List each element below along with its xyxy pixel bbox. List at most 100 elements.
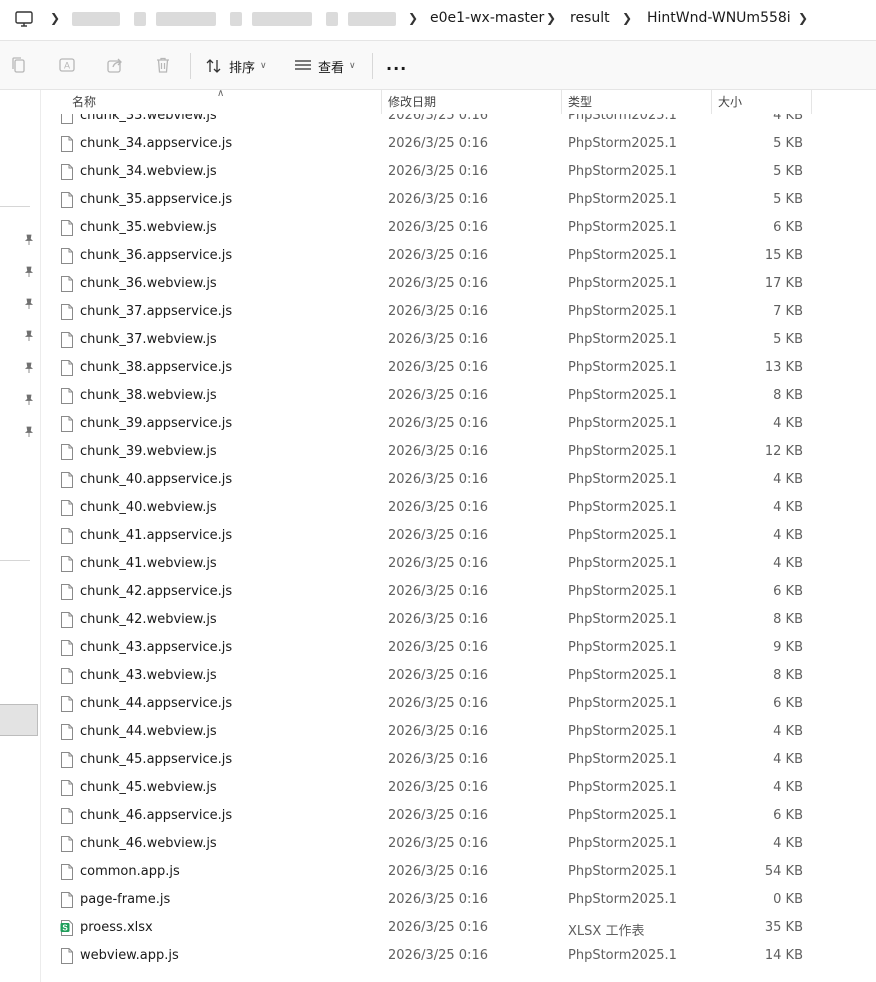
column-separator[interactable] [811,90,812,114]
svg-text:A: A [64,61,70,71]
file-row[interactable]: chunk_38.webview.js 2026/3/25 0:16 PhpStor… [41,382,876,410]
file-row[interactable]: chunk_40.appservice.js 2026/3/25 0:16 PhpS… [41,466,876,494]
pin-icon[interactable] [23,330,35,342]
pin-icon[interactable] [23,298,35,310]
file-size: 0 KB [773,892,803,907]
file-name: common.app.js [80,864,180,879]
pin-icon[interactable] [23,266,35,278]
file-row[interactable]: chunk_45.appservice.js 2026/3/25 0:16 PhpS… [41,746,876,774]
file-size: 8 KB [773,612,803,627]
file-row[interactable]: chunk_46.appservice.js 2026/3/25 0:16 PhpS… [41,802,876,830]
share-icon[interactable] [106,56,124,74]
pin-icon[interactable] [23,426,35,438]
file-row[interactable]: webview.app.js 2026/3/25 0:16 PhpStorm2025… [41,942,876,970]
nav-item-selected[interactable] [0,704,38,736]
file-size: 5 KB [773,136,803,151]
file-size: 4 KB [773,836,803,851]
file-icon [60,472,74,488]
rename-icon[interactable]: A [58,56,76,74]
file-row[interactable]: Sproess.xlsx 2026/3/25 0:16 XLSX 工作表 35 KB [41,914,876,942]
file-date: 2026/3/25 0:16 [388,136,488,151]
file-name: chunk_38.webview.js [80,388,217,403]
file-row[interactable]: chunk_40.webview.js 2026/3/25 0:16 PhpStor… [41,494,876,522]
file-row[interactable]: chunk_44.appservice.js 2026/3/25 0:16 PhpS… [41,690,876,718]
file-type: PhpStorm2025.1 [568,164,677,179]
chevron-right-icon[interactable]: ❯ [798,11,808,25]
address-bar[interactable]: ❯ ❯ e0e1-wx-master ❯ result ❯ HintWnd-WN… [0,0,876,41]
file-row[interactable]: chunk_38.appservice.js 2026/3/25 0:16 PhpS… [41,354,876,382]
file-row[interactable]: chunk_34.webview.js 2026/3/25 0:16 PhpStor… [41,158,876,186]
redacted-crumb [72,12,120,26]
view-button[interactable]: 查看 ∨ [294,55,356,77]
redacted-crumb [134,12,146,26]
column-separator[interactable] [561,90,562,114]
file-name: chunk_37.appservice.js [80,304,233,319]
file-size: 15 KB [764,248,803,263]
pin-icon[interactable] [23,394,35,406]
file-row[interactable]: common.app.js 2026/3/25 0:16 PhpStorm2025.… [41,858,876,886]
breadcrumb-item[interactable]: result [570,10,610,26]
more-options-button[interactable]: ... [386,55,407,74]
file-type: PhpStorm2025.1 [568,836,677,851]
breadcrumb-item[interactable]: e0e1-wx-master [430,10,544,26]
file-icon [60,864,74,880]
file-icon [60,948,74,964]
file-icon [60,808,74,824]
delete-icon[interactable] [154,56,172,74]
file-size: 4 KB [773,724,803,739]
file-size: 6 KB [773,220,803,235]
file-row[interactable]: chunk_36.webview.js 2026/3/25 0:16 PhpStor… [41,270,876,298]
file-row[interactable]: chunk_39.appservice.js 2026/3/25 0:16 PhpS… [41,410,876,438]
file-row[interactable]: chunk_34.appservice.js 2026/3/25 0:16 PhpS… [41,130,876,158]
column-date-header[interactable]: 修改日期 [388,90,436,114]
file-size: 6 KB [773,696,803,711]
file-icon [60,668,74,684]
file-type: PhpStorm2025.1 [568,584,677,599]
file-type: PhpStorm2025.1 [568,612,677,627]
file-icon [60,388,74,404]
file-type: PhpStorm2025.1 [568,248,677,263]
file-row[interactable]: chunk_45.webview.js 2026/3/25 0:16 PhpStor… [41,774,876,802]
file-row[interactable]: chunk_42.appservice.js 2026/3/25 0:16 PhpS… [41,578,876,606]
file-row[interactable]: chunk_35.appservice.js 2026/3/25 0:16 PhpS… [41,186,876,214]
computer-icon[interactable] [14,9,34,29]
file-icon [60,360,74,376]
file-row[interactable]: chunk_39.webview.js 2026/3/25 0:16 PhpStor… [41,438,876,466]
file-date: 2026/3/25 0:16 [388,584,488,599]
file-row[interactable]: chunk_41.webview.js 2026/3/25 0:16 PhpStor… [41,550,876,578]
file-name: chunk_40.webview.js [80,500,217,515]
file-row[interactable]: chunk_43.appservice.js 2026/3/25 0:16 PhpS… [41,634,876,662]
column-separator[interactable] [711,90,712,114]
file-row[interactable]: chunk_37.webview.js 2026/3/25 0:16 PhpStor… [41,326,876,354]
breadcrumb-item[interactable]: HintWnd-WNUm558i [647,10,791,26]
file-row[interactable]: page-frame.js 2026/3/25 0:16 PhpStorm2025.… [41,886,876,914]
file-date: 2026/3/25 0:16 [388,948,488,963]
file-row[interactable]: chunk_41.appservice.js 2026/3/25 0:16 PhpS… [41,522,876,550]
file-icon [60,724,74,740]
svg-text:S: S [62,924,68,933]
sort-button[interactable]: 排序 ∨ [205,55,267,77]
column-size-header[interactable]: 大小 [718,90,742,114]
file-icon [60,416,74,432]
file-row[interactable]: chunk_36.appservice.js 2026/3/25 0:16 PhpS… [41,242,876,270]
file-row[interactable]: chunk_42.webview.js 2026/3/25 0:16 PhpStor… [41,606,876,634]
pin-icon[interactable] [23,362,35,374]
file-row[interactable]: chunk_43.webview.js 2026/3/25 0:16 PhpStor… [41,662,876,690]
copy-icon[interactable] [10,56,28,74]
file-date: 2026/3/25 0:16 [388,668,488,683]
file-type: PhpStorm2025.1 [568,388,677,403]
file-row[interactable]: chunk_37.appservice.js 2026/3/25 0:16 PhpS… [41,298,876,326]
file-date: 2026/3/25 0:16 [388,220,488,235]
file-date: 2026/3/25 0:16 [388,836,488,851]
pin-icon[interactable] [23,234,35,246]
chevron-down-icon: ∨ [349,61,356,71]
column-name-header[interactable]: 名称 [72,90,96,114]
file-size: 17 KB [764,276,803,291]
file-row[interactable]: chunk_35.webview.js 2026/3/25 0:16 PhpStor… [41,214,876,242]
file-row[interactable]: chunk_46.webview.js 2026/3/25 0:16 PhpStor… [41,830,876,858]
file-name: chunk_46.webview.js [80,836,217,851]
column-type-header[interactable]: 类型 [568,90,592,114]
file-type: PhpStorm2025.1 [568,444,677,459]
file-row[interactable]: chunk_44.webview.js 2026/3/25 0:16 PhpStor… [41,718,876,746]
column-separator[interactable] [381,90,382,114]
